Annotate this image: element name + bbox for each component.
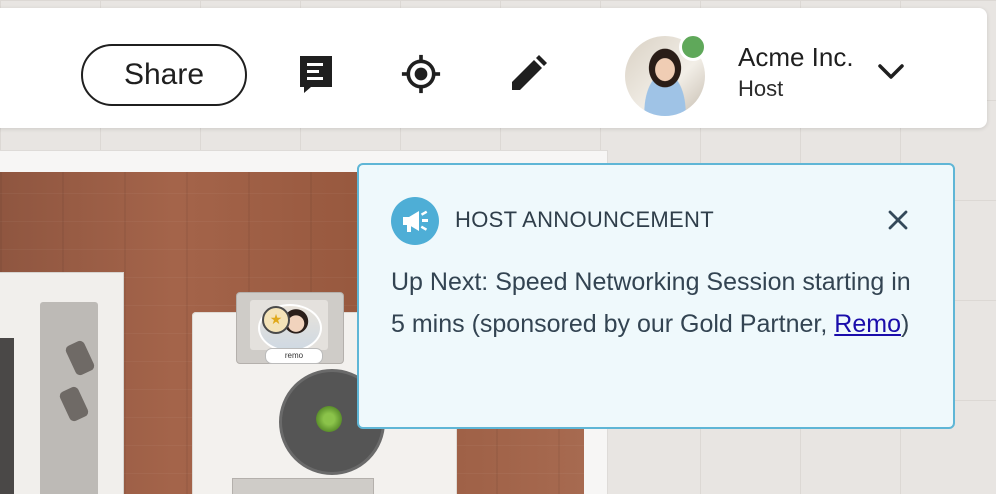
edit-icon[interactable] bbox=[508, 54, 548, 94]
user-role: Host bbox=[738, 76, 784, 101]
top-bar: Share Acme Inc. Host bbox=[0, 8, 987, 128]
notes-icon[interactable] bbox=[296, 54, 336, 94]
announcement-text-end: ) bbox=[900, 310, 910, 338]
sofa-bottom bbox=[232, 478, 374, 494]
close-icon[interactable] bbox=[885, 207, 911, 233]
megaphone-icon bbox=[391, 197, 439, 245]
announcement-body: Up Next: Speed Networking Session starti… bbox=[391, 261, 921, 345]
locate-icon[interactable] bbox=[401, 54, 441, 94]
organization-name: Acme Inc. bbox=[738, 42, 854, 72]
announcement-title: HOST ANNOUNCEMENT bbox=[455, 207, 714, 232]
share-button[interactable]: Share bbox=[81, 44, 247, 106]
plant-icon bbox=[316, 406, 342, 432]
announcement-text: Up Next: Speed Networking Session starti… bbox=[391, 268, 911, 338]
online-status-icon bbox=[679, 33, 707, 61]
host-announcement-card: HOST ANNOUNCEMENT Up Next: Speed Network… bbox=[357, 163, 955, 429]
remo-link[interactable]: Remo bbox=[834, 310, 901, 338]
table-tag: remo bbox=[265, 348, 323, 364]
sofa-left-back bbox=[0, 338, 14, 494]
chevron-down-icon[interactable] bbox=[876, 60, 906, 84]
star-icon: ★ bbox=[262, 306, 290, 334]
